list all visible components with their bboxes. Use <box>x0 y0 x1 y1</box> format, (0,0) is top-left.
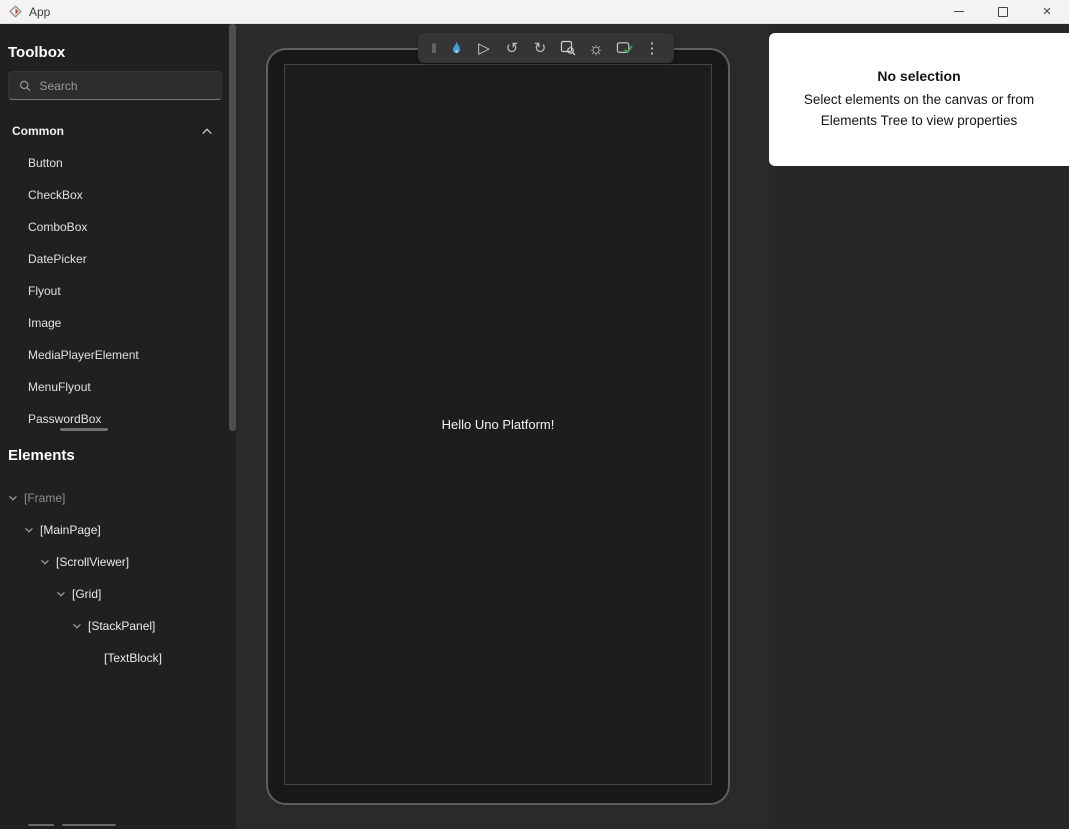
toolbox-search[interactable] <box>8 71 222 100</box>
chevron-down-icon[interactable] <box>6 491 20 505</box>
tree-node-mainpage[interactable]: [MainPage] <box>0 514 236 546</box>
tree-node-frame[interactable]: [Frame] <box>0 482 236 514</box>
tree-node-label: [ScrollViewer] <box>56 555 129 569</box>
tree-node-stackpanel[interactable]: [StackPanel] <box>0 610 236 642</box>
kebab-menu-icon: ⋮ <box>645 41 660 56</box>
theme-sun-icon: ☼ <box>588 40 604 57</box>
textblock-hello[interactable]: Hello Uno Platform! <box>442 417 555 432</box>
chevron-down-icon[interactable] <box>70 619 84 633</box>
more-options-button[interactable]: ⋮ <box>638 33 666 63</box>
bottom-cutoff-scrollbar[interactable] <box>28 824 116 826</box>
titlebar-left: App <box>0 5 937 19</box>
chevron-down-icon[interactable] <box>54 587 68 601</box>
undo-button[interactable]: ↺ <box>498 33 526 63</box>
toolbox-item-checkbox[interactable]: CheckBox <box>0 179 229 211</box>
device-screen[interactable]: Hello Uno Platform! <box>284 64 712 785</box>
properties-no-selection-title: No selection <box>877 68 960 84</box>
toolbox-item-button[interactable]: Button <box>0 147 229 179</box>
elements-tree: [Frame] [MainPage] [ScrollViewer] [Grid]… <box>0 482 236 674</box>
tree-node-label: [Grid] <box>72 587 101 601</box>
tree-node-label: [TextBlock] <box>104 651 162 665</box>
minimize-icon <box>954 11 964 12</box>
search-input[interactable] <box>40 79 212 93</box>
tree-node-grid[interactable]: [Grid] <box>0 578 236 610</box>
redo-icon: ↻ <box>534 41 547 56</box>
hot-reload-flame-icon <box>449 40 464 56</box>
window-title: App <box>29 5 50 19</box>
tree-node-label: [MainPage] <box>40 523 101 537</box>
toolbar-drag-handle-icon[interactable]: ‖ <box>426 41 442 56</box>
validation-check-icon <box>616 41 633 56</box>
elements-title: Elements <box>8 447 75 464</box>
toolbox-item-passwordbox[interactable]: PasswordBox <box>0 403 229 435</box>
element-picker-button[interactable] <box>554 33 582 63</box>
redo-button[interactable]: ↻ <box>526 33 554 63</box>
maximize-button[interactable] <box>981 0 1025 23</box>
properties-no-selection-message: Select elements on the canvas or from El… <box>778 90 1060 131</box>
toolbox-item-datepicker[interactable]: DatePicker <box>0 243 229 275</box>
undo-icon: ↺ <box>506 41 519 56</box>
hot-reload-button[interactable] <box>442 33 470 63</box>
designer-toolbar: ‖ ▷ ↺ ↻ ☼ <box>418 33 674 63</box>
toolbox-title: Toolbox <box>8 44 65 61</box>
device-frame: Hello Uno Platform! <box>266 48 730 805</box>
properties-panel: No selection Select elements on the canv… <box>769 33 1069 166</box>
search-icon <box>19 79 32 93</box>
toolbox-item-combobox[interactable]: ComboBox <box>0 211 229 243</box>
theme-toggle-button[interactable]: ☼ <box>582 33 610 63</box>
design-canvas-area[interactable]: ‖ ▷ ↺ ↻ ☼ <box>236 24 1069 829</box>
minimize-button[interactable] <box>937 0 981 23</box>
tree-node-label: [StackPanel] <box>88 619 155 633</box>
chevron-down-icon[interactable] <box>38 555 52 569</box>
maximize-icon <box>998 7 1008 17</box>
toolbox-vertical-scrollbar[interactable] <box>229 24 236 431</box>
toolbox-item-image[interactable]: Image <box>0 307 229 339</box>
chevron-up-icon <box>201 126 213 136</box>
toolbox-item-menuflyout[interactable]: MenuFlyout <box>0 371 229 403</box>
toolbox-horizontal-scrollbar[interactable] <box>60 428 108 431</box>
app-logo-icon <box>9 5 22 18</box>
chevron-down-icon[interactable] <box>22 523 36 537</box>
toolbox-section-common[interactable]: Common <box>0 115 229 147</box>
tree-node-textblock[interactable]: [TextBlock] <box>0 642 236 674</box>
toolbox-item-list: Button CheckBox ComboBox DatePicker Flyo… <box>0 147 229 435</box>
play-icon: ▷ <box>478 41 490 56</box>
play-button[interactable]: ▷ <box>470 33 498 63</box>
validation-button[interactable] <box>610 33 638 63</box>
toolbox-section-label: Common <box>12 124 64 138</box>
element-picker-icon <box>560 40 576 56</box>
toolbox-item-flyout[interactable]: Flyout <box>0 275 229 307</box>
close-icon: × <box>1043 4 1052 19</box>
window-titlebar: App × <box>0 0 1069 24</box>
tree-node-scrollviewer[interactable]: [ScrollViewer] <box>0 546 236 578</box>
close-button[interactable]: × <box>1025 0 1069 23</box>
toolbox-item-mediaplayerelement[interactable]: MediaPlayerElement <box>0 339 229 371</box>
left-sidebar: Toolbox Common Button CheckBox ComboBox … <box>0 24 236 829</box>
tree-node-label: [Frame] <box>24 491 65 505</box>
